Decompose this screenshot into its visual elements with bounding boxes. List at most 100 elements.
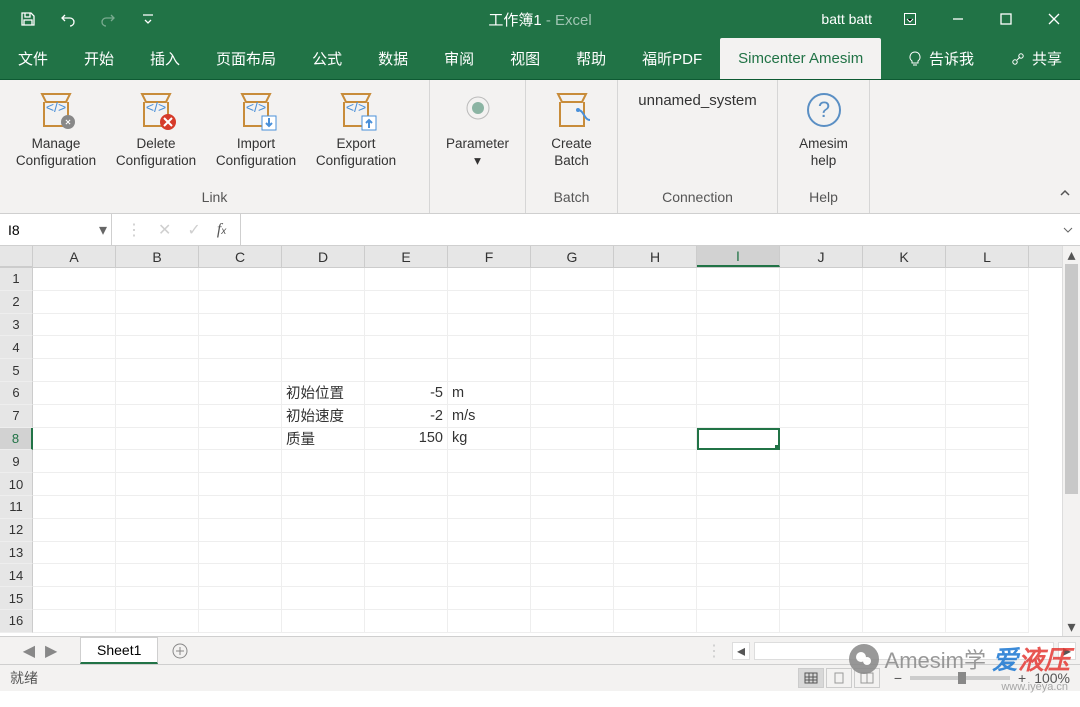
cell-J14[interactable] [780, 564, 863, 587]
row-header-4[interactable]: 4 [0, 336, 33, 359]
cell-H1[interactable] [614, 268, 697, 291]
cancel-formula-button[interactable]: ✕ [158, 220, 171, 240]
cell-J5[interactable] [780, 359, 863, 382]
col-header-G[interactable]: G [531, 246, 614, 267]
cell-K5[interactable] [863, 359, 946, 382]
cell-L16[interactable] [946, 610, 1029, 633]
cell-L13[interactable] [946, 542, 1029, 565]
cell-H14[interactable] [614, 564, 697, 587]
cell-F2[interactable] [448, 291, 531, 314]
cell-F11[interactable] [448, 496, 531, 519]
grid-rows[interactable]: 123456初始位置-5m7初始速度-2m/s8质量150kg910111213… [0, 268, 1062, 636]
cell-B13[interactable] [116, 542, 199, 565]
cell-F14[interactable] [448, 564, 531, 587]
cell-E8[interactable]: 150 [365, 428, 448, 451]
cell-A9[interactable] [33, 450, 116, 473]
scroll-track[interactable] [1063, 264, 1080, 618]
cell-C15[interactable] [199, 587, 282, 610]
tab-help[interactable]: 帮助 [558, 38, 624, 79]
cell-H3[interactable] [614, 314, 697, 337]
cell-B16[interactable] [116, 610, 199, 633]
cell-I12[interactable] [697, 519, 780, 542]
cell-C12[interactable] [199, 519, 282, 542]
cell-K9[interactable] [863, 450, 946, 473]
cell-C7[interactable] [199, 405, 282, 428]
import-configuration-button[interactable]: </> ImportConfiguration [206, 84, 306, 174]
cell-A8[interactable] [33, 428, 116, 451]
cell-F1[interactable] [448, 268, 531, 291]
cell-H11[interactable] [614, 496, 697, 519]
name-box-input[interactable] [0, 214, 111, 245]
cell-J13[interactable] [780, 542, 863, 565]
cell-C3[interactable] [199, 314, 282, 337]
tab-formulas[interactable]: 公式 [294, 38, 360, 79]
cell-H5[interactable] [614, 359, 697, 382]
tab-home[interactable]: 开始 [66, 38, 132, 79]
tab-insert[interactable]: 插入 [132, 38, 198, 79]
row-header-7[interactable]: 7 [0, 405, 33, 428]
cell-L8[interactable] [946, 428, 1029, 451]
cell-K10[interactable] [863, 473, 946, 496]
cell-A10[interactable] [33, 473, 116, 496]
cell-D4[interactable] [282, 336, 365, 359]
sheet-tab-1[interactable]: Sheet1 [80, 637, 158, 664]
cell-D10[interactable] [282, 473, 365, 496]
row-header-11[interactable]: 11 [0, 496, 33, 519]
cell-F8[interactable]: kg [448, 428, 531, 451]
cell-E11[interactable] [365, 496, 448, 519]
cell-B5[interactable] [116, 359, 199, 382]
row-header-9[interactable]: 9 [0, 450, 33, 473]
cell-E15[interactable] [365, 587, 448, 610]
cell-I3[interactable] [697, 314, 780, 337]
cell-B7[interactable] [116, 405, 199, 428]
name-box[interactable]: ▾ [0, 214, 112, 245]
col-header-H[interactable]: H [614, 246, 697, 267]
col-header-A[interactable]: A [33, 246, 116, 267]
cell-E4[interactable] [365, 336, 448, 359]
cell-B4[interactable] [116, 336, 199, 359]
enter-formula-button[interactable]: ✓ [187, 220, 200, 240]
col-header-F[interactable]: F [448, 246, 531, 267]
cell-L7[interactable] [946, 405, 1029, 428]
save-button[interactable] [8, 0, 48, 38]
cell-J9[interactable] [780, 450, 863, 473]
cell-F3[interactable] [448, 314, 531, 337]
cell-A13[interactable] [33, 542, 116, 565]
normal-view-button[interactable] [798, 668, 824, 688]
cell-L3[interactable] [946, 314, 1029, 337]
cell-C5[interactable] [199, 359, 282, 382]
cell-G1[interactable] [531, 268, 614, 291]
cell-L9[interactable] [946, 450, 1029, 473]
cell-K13[interactable] [863, 542, 946, 565]
cell-D16[interactable] [282, 610, 365, 633]
cell-E6[interactable]: -5 [365, 382, 448, 405]
cell-L12[interactable] [946, 519, 1029, 542]
expand-formula-button[interactable] [1056, 214, 1080, 245]
cell-J11[interactable] [780, 496, 863, 519]
cell-G10[interactable] [531, 473, 614, 496]
cell-K3[interactable] [863, 314, 946, 337]
cell-J10[interactable] [780, 473, 863, 496]
cell-A14[interactable] [33, 564, 116, 587]
cell-H10[interactable] [614, 473, 697, 496]
cell-D1[interactable] [282, 268, 365, 291]
cell-I6[interactable] [697, 382, 780, 405]
cell-G5[interactable] [531, 359, 614, 382]
tab-amesim[interactable]: Simcenter Amesim [720, 38, 881, 79]
cell-C9[interactable] [199, 450, 282, 473]
cell-F9[interactable] [448, 450, 531, 473]
close-button[interactable] [1032, 0, 1076, 38]
row-header-16[interactable]: 16 [0, 610, 33, 633]
scroll-up-button[interactable]: ▴ [1063, 246, 1080, 264]
tab-review[interactable]: 审阅 [426, 38, 492, 79]
share-button[interactable]: 共享 [992, 38, 1080, 79]
cell-D8[interactable]: 质量 [282, 428, 365, 451]
row-header-12[interactable]: 12 [0, 519, 33, 542]
cell-D15[interactable] [282, 587, 365, 610]
cell-B12[interactable] [116, 519, 199, 542]
cell-G2[interactable] [531, 291, 614, 314]
cell-G15[interactable] [531, 587, 614, 610]
cell-H6[interactable] [614, 382, 697, 405]
export-configuration-button[interactable]: </> ExportConfiguration [306, 84, 406, 174]
cell-A3[interactable] [33, 314, 116, 337]
